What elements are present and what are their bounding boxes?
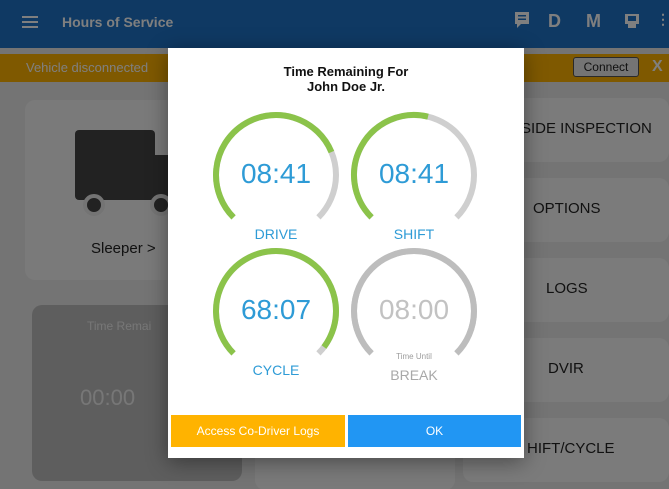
ok-button[interactable]: OK [348, 415, 521, 447]
drive-label: DRIVE [254, 226, 298, 242]
break-label: BREAK [390, 367, 438, 383]
shift-gauge: 08:41 SHIFT [349, 110, 479, 242]
access-codriver-logs-button[interactable]: Access Co-Driver Logs [171, 415, 345, 447]
shift-value: 08:41 [378, 158, 450, 189]
cycle-gauge: 68:07 CYCLE [211, 246, 341, 378]
drive-gauge: 08:41 DRIVE [211, 110, 341, 242]
break-value: 08:00 [378, 294, 450, 325]
dialog-title-line1: Time Remaining For [283, 64, 409, 79]
cycle-label: CYCLE [252, 362, 300, 378]
shift-label: SHIFT [393, 226, 435, 242]
driver-name: John Doe Jr. [306, 79, 386, 94]
time-remaining-dialog: Time Remaining For John Doe Jr. 08:41 DR… [168, 48, 524, 458]
cycle-value: 68:07 [240, 294, 312, 325]
break-sublabel: Time Until [396, 352, 432, 361]
break-gauge: 08:00 Time Until BREAK [349, 246, 479, 383]
dialog-title: Time Remaining For John Doe Jr. [168, 64, 524, 94]
drive-value: 08:41 [240, 158, 312, 189]
